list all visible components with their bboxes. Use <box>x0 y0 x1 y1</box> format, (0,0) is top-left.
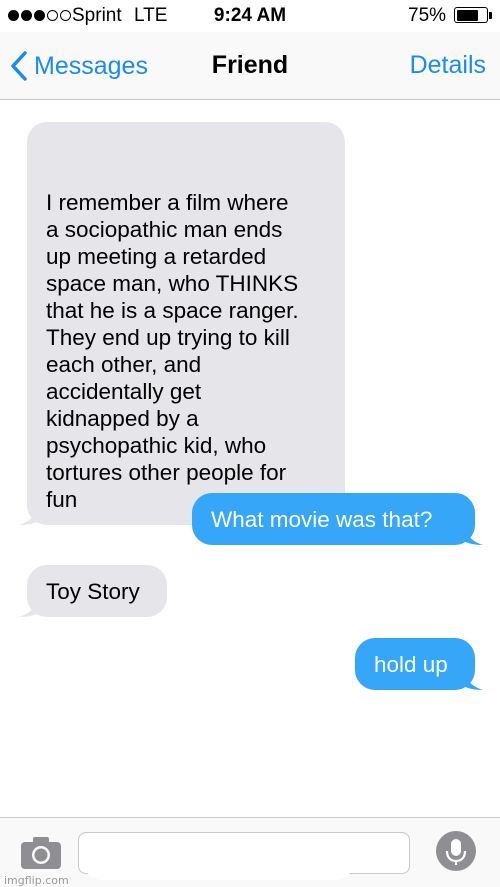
outgoing-message: hold up <box>355 638 483 690</box>
imgflip-watermark: imgflip.com <box>4 874 69 887</box>
outgoing-message: What movie was that? <box>192 493 483 545</box>
battery-fill <box>456 9 479 21</box>
message-thread[interactable]: I remember a film where a sociopathic ma… <box>0 100 500 817</box>
battery-icon <box>454 7 488 23</box>
incoming-message: Toy Story <box>19 565 167 617</box>
bubble-tail <box>461 668 483 690</box>
message-text: Toy Story <box>46 579 140 604</box>
camera-icon[interactable] <box>20 835 62 871</box>
redaction-overlay <box>84 840 354 880</box>
battery-percentage: 75% <box>408 5 447 26</box>
navigation-bar: Messages Friend Details <box>0 32 500 100</box>
microphone-button[interactable] <box>436 831 476 871</box>
message-text: I remember a film where a sociopathic ma… <box>46 190 299 512</box>
details-button[interactable]: Details <box>410 51 486 80</box>
incoming-message: I remember a film where a sociopathic ma… <box>19 122 345 525</box>
message-text: hold up <box>374 652 448 677</box>
microphone-icon <box>445 839 467 865</box>
battery-tip <box>489 12 492 19</box>
message-text: What movie was that? <box>211 507 433 532</box>
message-input-bar: imgflip.com <box>0 817 500 887</box>
bubble-tail <box>19 503 41 525</box>
status-bar: Sprint LTE 9:24 AM 75% <box>0 0 500 32</box>
bubble-tail <box>461 523 483 545</box>
bubble-tail <box>19 595 41 617</box>
